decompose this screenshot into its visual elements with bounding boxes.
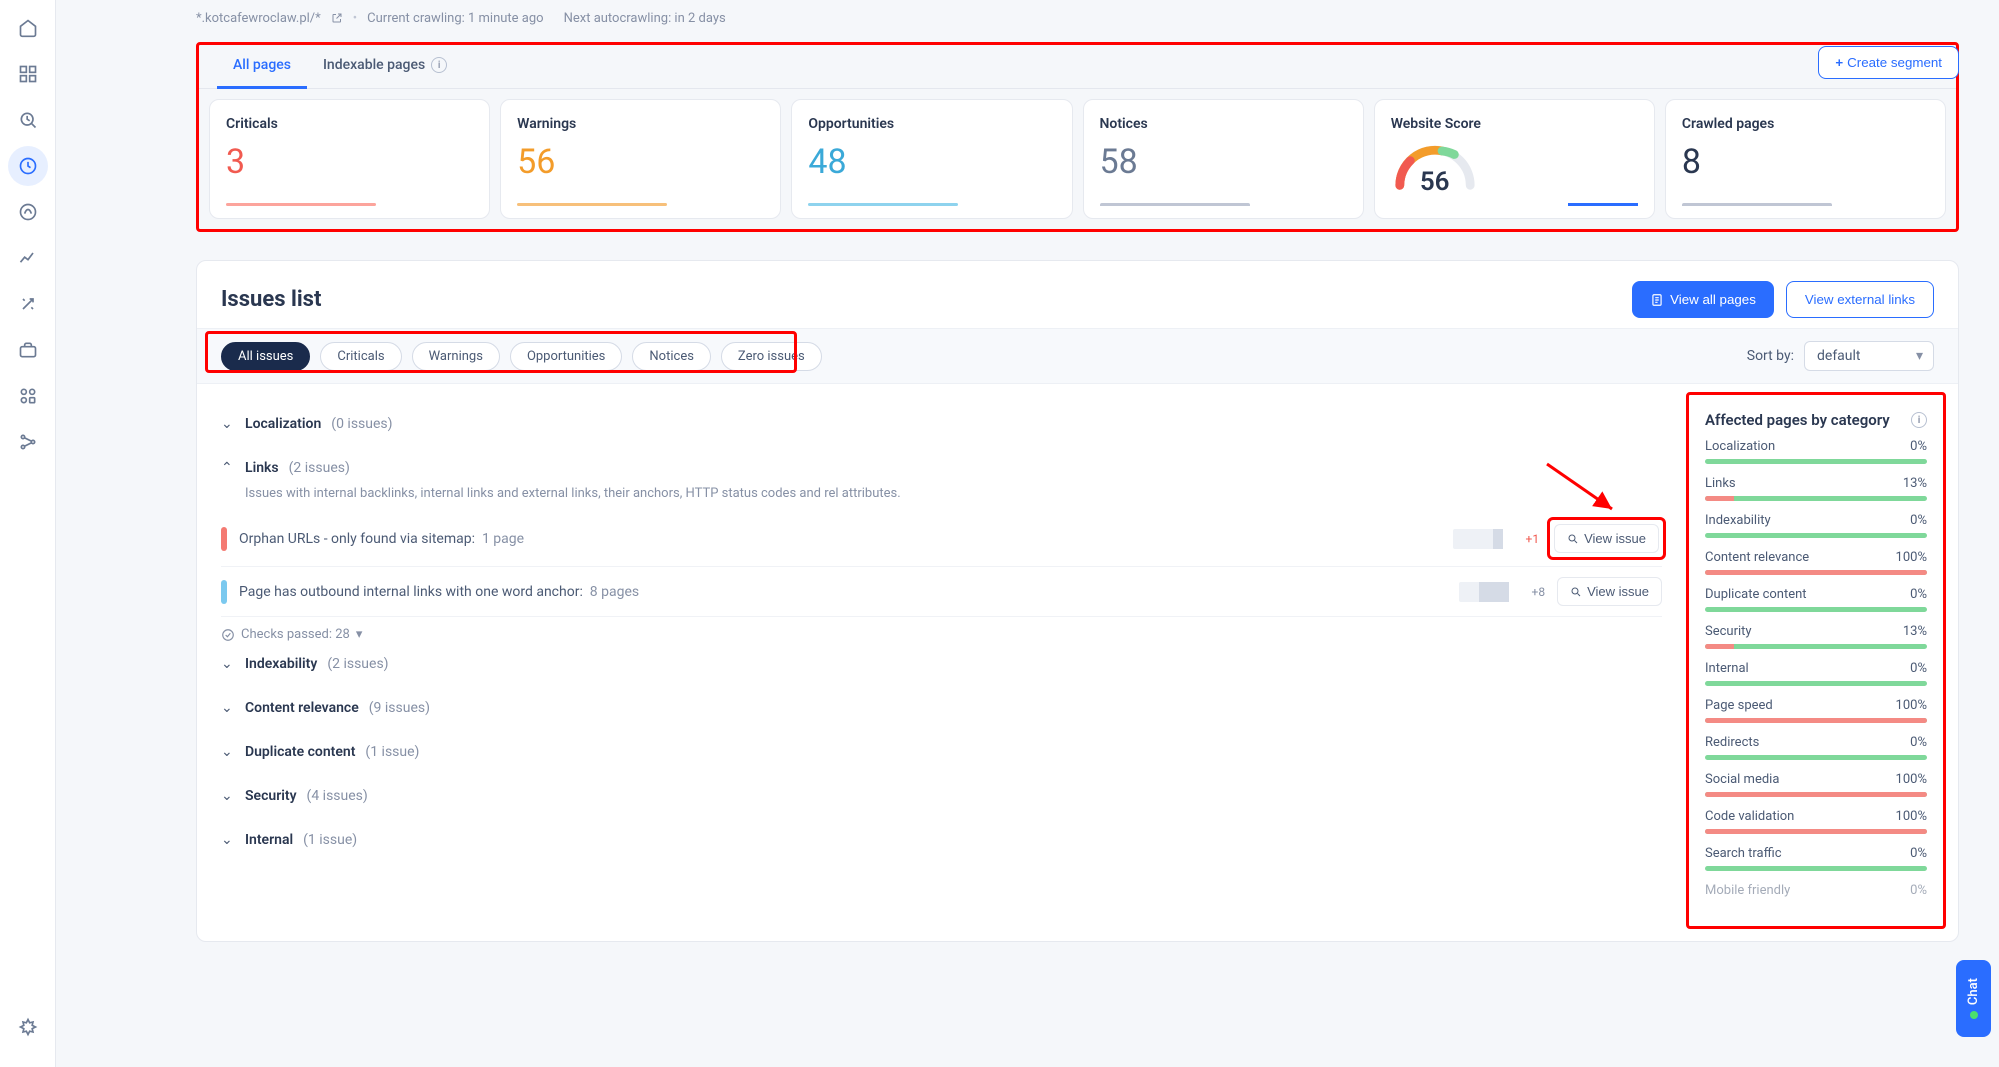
category-security[interactable]: ⌄ Security (4 issues) [221, 774, 1662, 818]
nav-activity-icon[interactable] [8, 192, 48, 232]
chevron-down-icon: ⌄ [221, 788, 235, 804]
affected-category-item[interactable]: Content relevance100% [1705, 550, 1927, 575]
view-all-pages-button[interactable]: View all pages [1632, 281, 1774, 318]
stat-notices[interactable]: Notices 58 [1083, 99, 1364, 219]
issues-left: ⌄ Localization (0 issues) ⌃ Links (2 iss… [197, 384, 1686, 941]
chevron-down-icon: ⌄ [221, 832, 235, 848]
affected-category-item[interactable]: Localization0% [1705, 439, 1927, 464]
affected-category-item[interactable]: Mobile friendly0% [1705, 883, 1927, 898]
status-dot-icon [1970, 1011, 1978, 1019]
issue-sparkline [1453, 529, 1503, 549]
tabs-row: All pages Indexable pages i [199, 45, 1956, 89]
affected-category-item[interactable]: Code validation100% [1705, 809, 1927, 834]
severity-notice-icon [221, 580, 227, 604]
affected-category-item[interactable]: Security13% [1705, 624, 1927, 649]
severity-critical-icon [221, 527, 227, 551]
stat-website-score[interactable]: Website Score 56 [1374, 99, 1655, 219]
filter-zero-issues[interactable]: Zero issues [721, 342, 822, 371]
stat-criticals[interactable]: Criticals 3 [209, 99, 490, 219]
info-icon[interactable]: i [431, 57, 447, 73]
stat-warnings[interactable]: Warnings 56 [500, 99, 781, 219]
filter-notices[interactable]: Notices [632, 342, 711, 371]
filter-warnings[interactable]: Warnings [412, 342, 500, 371]
sort-label: Sort by: [1747, 348, 1794, 364]
category-links-desc: Issues with internal backlinks, internal… [245, 486, 1662, 501]
crawling-status: Current crawling: 1 minute ago [367, 11, 543, 26]
category-links[interactable]: ⌃ Links (2 issues) [221, 446, 1662, 490]
annotation-view-issue-box: View issue [1547, 517, 1666, 560]
stat-crawled-pages[interactable]: Crawled pages 8 [1665, 99, 1946, 219]
chevron-down-icon: ⌄ [221, 744, 235, 760]
checks-passed[interactable]: Checks passed: 28 ▾ [221, 627, 1662, 642]
annotation-stats-box: All pages Indexable pages i Criticals 3 … [196, 42, 1959, 232]
view-issue-button[interactable]: View issue [1557, 577, 1662, 606]
nav-trend-icon[interactable] [8, 238, 48, 278]
category-content-relevance[interactable]: ⌄ Content relevance (9 issues) [221, 686, 1662, 730]
affected-category-item[interactable]: Redirects0% [1705, 735, 1927, 760]
tab-all-pages[interactable]: All pages [217, 45, 307, 89]
chevron-down-icon: ⌄ [221, 700, 235, 716]
nav-home-icon[interactable] [8, 8, 48, 48]
sidebar [0, 0, 56, 1067]
category-indexability[interactable]: ⌄ Indexability (2 issues) [221, 642, 1662, 686]
stat-opportunities[interactable]: Opportunities 48 [791, 99, 1072, 219]
view-issue-button[interactable]: View issue [1554, 524, 1659, 553]
filter-row: All issues Criticals Warnings Opportunit… [197, 328, 1958, 384]
external-link-icon[interactable] [331, 12, 343, 24]
affected-category-item[interactable]: Social media100% [1705, 772, 1927, 797]
chevron-down-icon: ▾ [356, 627, 363, 642]
category-duplicate-content[interactable]: ⌄ Duplicate content (1 issue) [221, 730, 1662, 774]
affected-category-item[interactable]: Duplicate content0% [1705, 587, 1927, 612]
filter-criticals[interactable]: Criticals [320, 342, 401, 371]
domain-text[interactable]: *.kotcafewroclaw.pl/* [196, 11, 321, 26]
affected-category-item[interactable]: Indexability0% [1705, 513, 1927, 538]
issue-item: Orphan URLs - only found via sitemap: 1 … [221, 511, 1662, 567]
chat-widget[interactable]: Chat [1956, 960, 1991, 1037]
create-segment-button[interactable]: +Create segment [1818, 46, 1959, 79]
stats-row: Criticals 3 Warnings 56 Opportunities 48 [199, 89, 1956, 229]
next-crawling: Next autocrawling: in 2 days [564, 11, 726, 26]
chevron-down-icon: ⌄ [221, 416, 235, 432]
nav-magic-icon[interactable] [8, 284, 48, 324]
main-content: *.kotcafewroclaw.pl/* • Current crawling… [56, 0, 1999, 1067]
nav-audit-icon[interactable] [8, 146, 48, 186]
nav-dashboard-icon[interactable] [8, 54, 48, 94]
category-localization[interactable]: ⌄ Localization (0 issues) [221, 402, 1662, 446]
view-external-links-button[interactable]: View external links [1786, 281, 1934, 318]
chevron-down-icon: ⌄ [221, 656, 235, 672]
nav-briefcase-icon[interactable] [8, 330, 48, 370]
affected-title: Affected pages by category [1705, 411, 1890, 429]
affected-category-item[interactable]: Page speed100% [1705, 698, 1927, 723]
category-internal[interactable]: ⌄ Internal (1 issue) [221, 818, 1662, 862]
issue-sparkline [1459, 582, 1509, 602]
sort-select[interactable]: default [1804, 341, 1934, 371]
affected-pages-panel: Affected pages by category i Localizatio… [1686, 392, 1946, 929]
issues-panel: Issues list View all pages View external… [196, 260, 1959, 942]
issue-item: Page has outbound internal links with on… [221, 567, 1662, 617]
issues-title: Issues list [221, 287, 321, 312]
topbar: *.kotcafewroclaw.pl/* • Current crawling… [196, 0, 1959, 36]
nav-apps-icon[interactable] [8, 376, 48, 416]
check-circle-icon [221, 628, 235, 642]
info-icon[interactable]: i [1911, 412, 1927, 428]
tab-indexable-pages[interactable]: Indexable pages i [307, 45, 463, 89]
affected-category-item[interactable]: Links13% [1705, 476, 1927, 501]
affected-category-item[interactable]: Search traffic0% [1705, 846, 1927, 871]
filter-all-issues[interactable]: All issues [221, 342, 310, 371]
affected-category-item[interactable]: Internal0% [1705, 661, 1927, 686]
nav-settings-icon[interactable] [8, 1007, 48, 1047]
chevron-up-icon: ⌃ [221, 460, 235, 476]
nav-target-icon[interactable] [8, 100, 48, 140]
filter-opportunities[interactable]: Opportunities [510, 342, 622, 371]
nav-share-icon[interactable] [8, 422, 48, 462]
score-gauge-icon: 56 [1391, 138, 1479, 193]
